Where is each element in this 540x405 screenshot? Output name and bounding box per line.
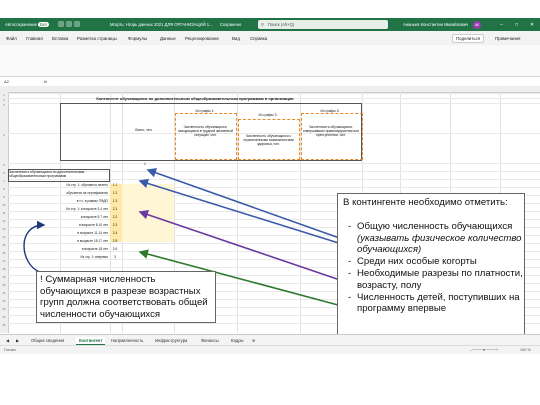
callout-heading: В контингенте необходимо отметить: [343, 197, 508, 208]
status-ready: Готово [4, 347, 16, 352]
callout-item: Среди них особые когорты [343, 256, 524, 268]
callout-item-text: Численность детей, поступивших на програ… [357, 291, 520, 315]
callout-list: Общую численность обучающихся (указывать… [343, 221, 524, 315]
zoom-level[interactable]: 100 % [520, 348, 531, 352]
callout-item: Общую численность обучающихся (указывать… [343, 221, 524, 256]
arrow-total [146, 168, 346, 241]
tab-scroll-left-icon[interactable]: ◀ [6, 338, 9, 343]
arrow-cohorts [138, 178, 346, 246]
arrow-breakdowns [138, 210, 341, 281]
status-bar: Готово –────●────+ 100 % [0, 345, 540, 354]
callout-item-text: Среди них особые когорты [357, 256, 477, 268]
callout-item: Численность детей, поступивших на програ… [343, 292, 524, 316]
callout-item: Необходимые разрезы по платности, возрас… [343, 268, 524, 292]
zoom-slider[interactable]: –────●────+ [470, 348, 498, 352]
sheet-tab[interactable]: Общие сведения [31, 338, 64, 343]
callout-item-note: (указывать физическое количество обучающ… [357, 232, 522, 256]
sheet-tab-active[interactable]: Контингент [76, 336, 106, 345]
add-sheet-icon[interactable]: ⊕ [252, 338, 256, 343]
sheet-tab[interactable]: Направленность [111, 338, 143, 343]
tab-scroll-right-icon[interactable]: ▶ [16, 338, 19, 343]
callout-right: В контингенте необходимо отметить: Общую… [337, 193, 525, 338]
sheet-tab[interactable]: Финансы [201, 338, 219, 343]
arrow-age-sum [23, 220, 46, 273]
callout-left: ! Суммарная численность обучающихся в ра… [36, 271, 216, 323]
callout-item-text: Необходимые разрезы по платности, возрас… [357, 267, 523, 291]
sheet-tab[interactable]: Инфраструктура [155, 338, 187, 343]
callout-item-text: Общую численность обучающихся [357, 220, 513, 232]
sheet-tab[interactable]: Кадры [231, 338, 244, 343]
